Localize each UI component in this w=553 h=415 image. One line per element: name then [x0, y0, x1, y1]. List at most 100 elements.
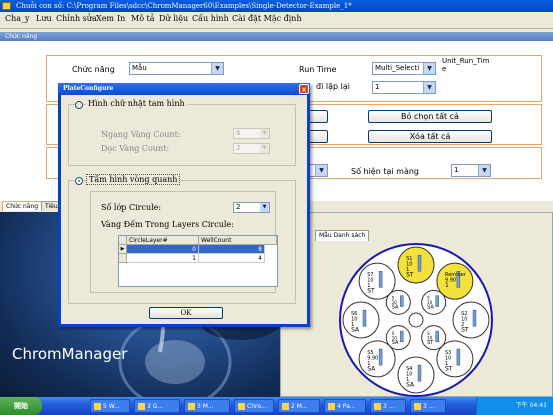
table-row[interactable]: 1 4 — [119, 254, 277, 263]
hidden-button-1[interactable] — [308, 110, 328, 123]
chevron-down-icon: ▼ — [478, 165, 490, 176]
well-value: SA — [367, 365, 376, 372]
dialog-title-bar: PlateConfigure × — [58, 83, 310, 95]
current-layers-label: Số hiện tại màng — [351, 167, 419, 176]
vert-count-value: 2 — [236, 144, 241, 152]
well-value: ST — [367, 288, 375, 295]
well-value: SA — [351, 327, 360, 334]
well-value: 1 — [445, 282, 449, 289]
cell-layer[interactable]: 0 — [127, 245, 199, 254]
plate-well[interactable]: S1101ST — [397, 246, 435, 284]
plate-well[interactable]: S4101SA — [397, 356, 435, 394]
close-icon[interactable]: × — [299, 84, 309, 94]
panel-header: Chức năng — [0, 32, 553, 41]
hidden-button-2[interactable] — [308, 130, 328, 143]
vial-icon — [378, 271, 383, 288]
layers-select[interactable]: 2 ▼ — [233, 202, 270, 213]
table-row[interactable]: ▶ 0 8 — [119, 245, 277, 254]
taskbar-item[interactable]: 3 G... — [134, 399, 180, 413]
deselect-all-button[interactable]: Bỏ chọn tất cả — [368, 110, 492, 123]
horiz-count-value: 6 — [236, 129, 241, 137]
chevron-down-icon: ▼ — [423, 63, 435, 74]
well-value: ST — [445, 365, 453, 372]
taskbar-item[interactable]: Chro... — [234, 399, 274, 413]
tab-function[interactable]: Chức năng — [2, 201, 43, 211]
chevron-down-icon: ▼ — [260, 144, 269, 153]
well-circle — [342, 301, 380, 339]
system-tray: 下午 04:41 — [476, 397, 553, 415]
cell-count[interactable]: 8 — [199, 245, 265, 254]
well-value: SA — [427, 305, 434, 311]
clock: 下午 04:41 — [515, 402, 547, 409]
taskbar-item[interactable]: 3 ... — [370, 399, 406, 413]
dialog-title: PlateConfigure — [63, 85, 114, 92]
ring-radio[interactable] — [75, 177, 83, 185]
delete-all-button[interactable]: Xóa tất cả — [368, 130, 492, 143]
taskbar-item[interactable]: 2 M... — [278, 399, 320, 413]
plate-well[interactable]: S10SA — [385, 289, 411, 315]
horiz-count-select[interactable]: 6 ▼ — [233, 128, 270, 139]
well-count-label: Vàng Đếm Trong Layers Circule: — [101, 220, 234, 229]
title-bar: Chuỗi con số: C:\Program Files\sdcc\Chro… — [0, 0, 553, 12]
well-circle — [452, 301, 490, 339]
vial-icon — [417, 254, 422, 272]
rect-radio[interactable] — [75, 101, 83, 109]
current-layers-select[interactable]: 1 ▼ — [451, 164, 491, 177]
grid-corner — [119, 236, 127, 245]
cell-count[interactable]: 4 — [199, 254, 265, 263]
vial-icon — [456, 348, 461, 366]
taskbar-item[interactable]: 3 ... — [410, 399, 446, 413]
chevron-down-icon: ▼ — [260, 203, 269, 212]
plate-well[interactable]: S10SA — [421, 289, 447, 315]
current-layers-value: 1 — [454, 166, 459, 174]
chevron-down-icon: ▼ — [260, 129, 269, 138]
function-select[interactable]: Mẫu ▼ — [129, 62, 224, 75]
chevron-down-icon: ▼ — [211, 63, 223, 74]
horiz-count-label: Ngang Vàng Count: — [101, 130, 181, 139]
vert-count-label: Dọc Vàng Count: — [101, 144, 170, 153]
plate-well[interactable]: S10ST — [421, 325, 447, 351]
rect-label: Hình chữ nhật tam hình — [86, 99, 187, 108]
repeat-label: đi lặp lại — [316, 82, 350, 91]
menu-item-view[interactable]: Xem — [96, 14, 114, 23]
plate-well[interactable]: S6101SA — [342, 301, 380, 339]
plate-well[interactable]: S10SA — [385, 325, 411, 351]
vert-count-select[interactable]: 2 ▼ — [233, 143, 270, 154]
well-circle — [397, 246, 435, 284]
taskbar-item[interactable]: 5 W... — [90, 399, 130, 413]
well-value: SA — [392, 340, 399, 346]
menu-item-data[interactable]: Dữ liệu — [159, 14, 188, 23]
layers-value: 2 — [236, 203, 241, 211]
well-value: ST — [427, 340, 434, 346]
menu-item-describe[interactable]: Mô tả — [131, 14, 155, 23]
well-value: ST — [461, 327, 469, 334]
vial-icon — [435, 330, 439, 343]
function-label: Chức năng — [72, 65, 115, 74]
start-button[interactable]: 開始 — [0, 397, 42, 415]
menu-item-save[interactable]: Lưu — [36, 14, 52, 23]
menu-item-print[interactable]: In — [117, 14, 125, 23]
menu-item-config[interactable]: Cấu hình — [192, 14, 229, 23]
run-time-label: Run Time — [299, 65, 337, 74]
cell-layer[interactable]: 1 — [127, 254, 199, 263]
ok-button[interactable]: OK — [149, 307, 223, 319]
repeat-select[interactable]: 1 ▼ — [372, 81, 436, 94]
menu-bar: Cha_y Lưu Chỉnh sửa Xem In Mô tả Dữ liệu… — [0, 12, 553, 29]
run-time-select[interactable]: Multi_Selecti ▼ — [372, 62, 436, 75]
menu-item-defaults[interactable]: Cài đặt Mặc định — [232, 14, 302, 23]
row-header — [119, 254, 127, 263]
panel-header-title: Chức năng — [5, 33, 38, 40]
plate-center — [408, 312, 424, 328]
row-pointer-icon: ▶ — [119, 245, 127, 254]
menu-item-run[interactable]: Cha_y — [5, 14, 30, 23]
layers-label: Số lớp Circule: — [101, 203, 162, 212]
sample-list-pane: Mẫu Danh sách S1 10 1 ST Reminer 9.90 1 S2 10 2 ST… — [280, 212, 553, 397]
plate-configure-dialog: PlateConfigure × Hình chữ nhật tam hình … — [58, 83, 310, 327]
taskbar-item[interactable]: 3 M... — [184, 399, 230, 413]
hidden-select[interactable]: ▼ — [308, 164, 328, 177]
layer-grid[interactable]: CircleLayer# WellCount ▶ 0 8 1 4 — [118, 235, 278, 287]
taskbar-item[interactable]: 4 Pa... — [324, 399, 366, 413]
plate-well[interactable]: S2102ST — [452, 301, 490, 339]
menu-item-edit[interactable]: Chỉnh sửa — [56, 14, 97, 23]
tab-sample-list[interactable]: Mẫu Danh sách — [315, 230, 370, 241]
